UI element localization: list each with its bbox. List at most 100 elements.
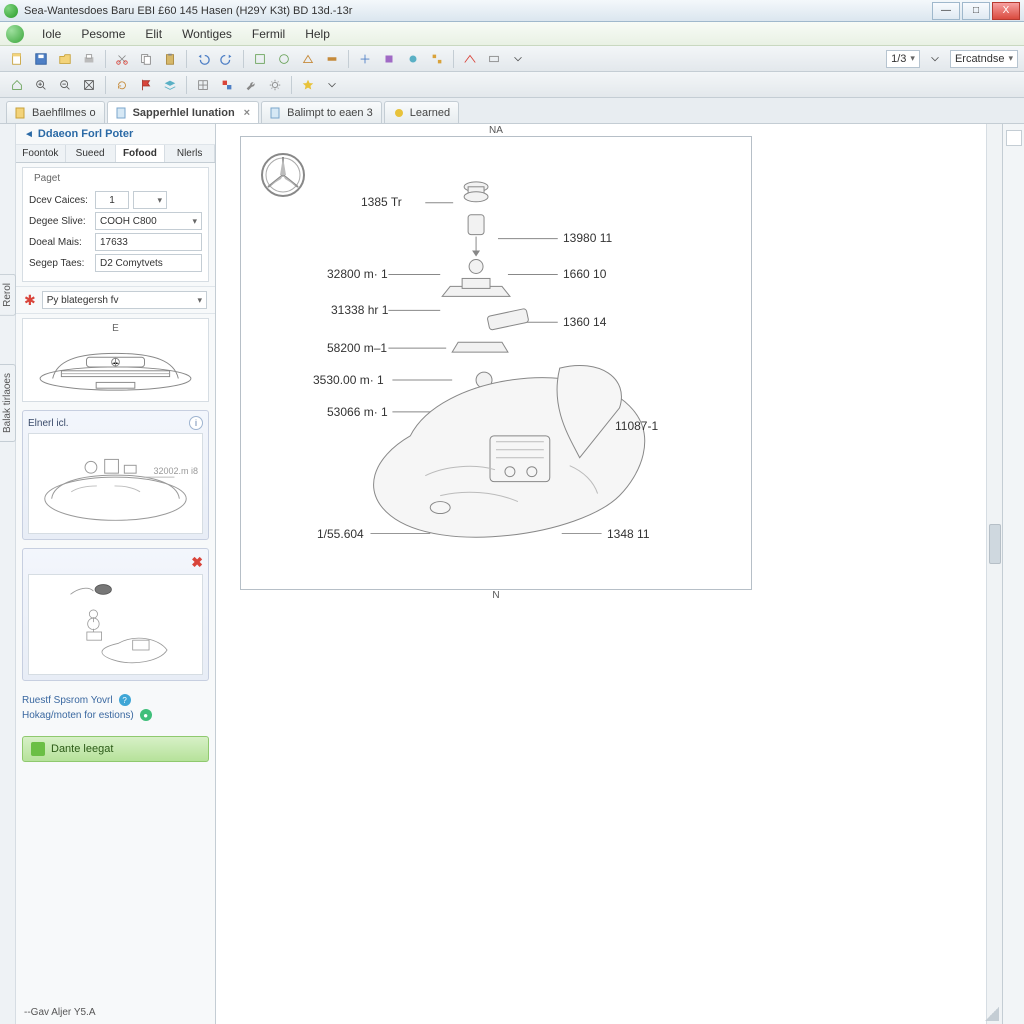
doc-tab[interactable]: Balimpt to eaen 3 [261, 101, 382, 123]
hint-icon: ? [119, 694, 131, 706]
zoom-out-icon[interactable] [54, 74, 76, 96]
vertical-tab[interactable]: Rerol [0, 274, 16, 316]
menu-item[interactable]: Elit [135, 24, 172, 44]
print-icon[interactable] [78, 48, 100, 70]
property-label: Doeal Mais: [29, 237, 91, 248]
favorite-combo[interactable]: Py blategersh fv [42, 291, 207, 309]
tool-icon[interactable] [483, 48, 505, 70]
page-combo[interactable]: 1/3 [886, 50, 920, 68]
property-value[interactable]: COOH C800 [95, 212, 202, 230]
back-arrow-icon[interactable]: ◄ [24, 129, 34, 140]
gear-icon[interactable] [264, 74, 286, 96]
doc-tab[interactable]: Sapperhlel Iunation × [107, 101, 260, 123]
document-tabs: Baehfllmes o Sapperhlel Iunation × Balim… [0, 98, 1024, 124]
vehicle-thumbnail[interactable]: E [22, 318, 209, 402]
encoding-combo[interactable]: Ercatndse [950, 50, 1018, 68]
flag-icon[interactable] [135, 74, 157, 96]
toolbar-separator [186, 50, 187, 68]
remove-icon[interactable]: ✖ [191, 554, 203, 571]
main-area: Balak tirlaoes Rerol ◄ Ddaeon Forl Poter… [0, 124, 1024, 1024]
property-value[interactable]: D2 Comytvets [95, 254, 202, 272]
resize-grip-icon[interactable] [985, 1007, 999, 1021]
action-label: Dante leegat [51, 743, 113, 755]
vertical-tab[interactable]: Balak tirlaoes [0, 364, 16, 442]
callout-label: 13980 11 [563, 231, 612, 245]
cut-icon[interactable] [111, 48, 133, 70]
menu-item[interactable]: Wontiges [172, 24, 242, 44]
close-button[interactable]: X [992, 2, 1020, 20]
tool-icon[interactable] [378, 48, 400, 70]
dropdown-icon[interactable] [507, 48, 529, 70]
redo-icon[interactable] [216, 48, 238, 70]
fit-icon[interactable] [78, 74, 100, 96]
action-button[interactable]: Dante leegat [22, 736, 209, 762]
toolbar-right: 1/3 Ercatndse [886, 48, 1018, 70]
dropdown-icon[interactable] [321, 74, 343, 96]
tool-icon[interactable] [273, 48, 295, 70]
callout-label: 1/55.604 [317, 527, 364, 541]
tool-icon[interactable] [459, 48, 481, 70]
open-icon[interactable] [54, 48, 76, 70]
minimize-button[interactable]: — [932, 2, 960, 20]
toolbar-separator [186, 76, 187, 94]
undo-icon[interactable] [192, 48, 214, 70]
card-header: Elnerl icl. i [28, 416, 203, 430]
home-icon[interactable] [6, 74, 28, 96]
window-title: Sea-Wantesdoes Baru EBI £60 145 Hasen (H… [24, 5, 930, 17]
tool-icon[interactable] [249, 48, 271, 70]
content-area: NA N [216, 124, 1002, 1024]
color-icon[interactable] [216, 74, 238, 96]
toolbar-separator [243, 50, 244, 68]
info-icon[interactable]: i [189, 416, 203, 430]
gutter-button[interactable] [1006, 130, 1022, 146]
subtab[interactable]: Sueed [66, 145, 116, 162]
tool-icon[interactable] [321, 48, 343, 70]
footer-link[interactable]: Hokag/moten for estions) ● [22, 709, 209, 721]
property-dropdown[interactable] [133, 191, 167, 209]
subtab[interactable]: Fofood [116, 145, 166, 162]
tool-icon[interactable] [354, 48, 376, 70]
layers-icon[interactable] [159, 74, 181, 96]
grid-icon[interactable] [192, 74, 214, 96]
menu-item[interactable]: Pesome [71, 24, 135, 44]
close-tab-icon[interactable]: × [244, 107, 250, 119]
window-controls: — □ X [930, 2, 1020, 20]
chevron-down-icon[interactable] [924, 48, 946, 70]
callout-label: 1360 14 [563, 315, 606, 329]
zoom-in-icon[interactable] [30, 74, 52, 96]
card-body: 32002.m i8 [28, 433, 203, 534]
assembly-card-2[interactable]: ✖ [22, 548, 209, 681]
assembly-card-1[interactable]: Elnerl icl. i 32002.m i8 [22, 410, 209, 540]
new-file-icon[interactable] [6, 48, 28, 70]
maximize-button[interactable]: □ [962, 2, 990, 20]
doc-tab-label: Learned [410, 107, 450, 119]
save-icon[interactable] [30, 48, 52, 70]
paste-icon[interactable] [159, 48, 181, 70]
vertical-scrollbar[interactable] [986, 124, 1002, 1024]
wrench-icon[interactable] [240, 74, 262, 96]
toolbar-separator [291, 76, 292, 94]
subtab[interactable]: Nlerls [165, 145, 215, 162]
menu-item[interactable]: Help [295, 24, 340, 44]
menu-item[interactable]: Fermil [242, 24, 295, 44]
star-icon[interactable] [297, 74, 319, 96]
tool-icon[interactable] [426, 48, 448, 70]
footer-link[interactable]: Ruestf Spsrom Yovrl ? [22, 694, 209, 706]
subtab[interactable]: Foontok [16, 145, 66, 162]
property-label: Degee Slive: [29, 216, 91, 227]
sidebar: ◄ Ddaeon Forl Poter Foontok Sueed Fofood… [16, 124, 216, 1024]
copy-icon[interactable] [135, 48, 157, 70]
rotate-icon[interactable] [111, 74, 133, 96]
tool-icon[interactable] [402, 48, 424, 70]
menu-item[interactable]: Iole [32, 24, 71, 44]
property-row: Doeal Mais: 17633 [29, 233, 202, 251]
menubar: Iole Pesome Elit Wontiges Fermil Help [0, 22, 1024, 46]
thumb-header: E [27, 323, 204, 334]
doc-tab[interactable]: Baehfllmes o [6, 101, 105, 123]
property-value[interactable]: 1 [95, 191, 129, 209]
doc-tab[interactable]: Learned [384, 101, 459, 123]
property-value[interactable]: 17633 [95, 233, 202, 251]
scrollbar-thumb[interactable] [989, 524, 1001, 564]
property-label: Dcev Caices: [29, 195, 91, 206]
tool-icon[interactable] [297, 48, 319, 70]
